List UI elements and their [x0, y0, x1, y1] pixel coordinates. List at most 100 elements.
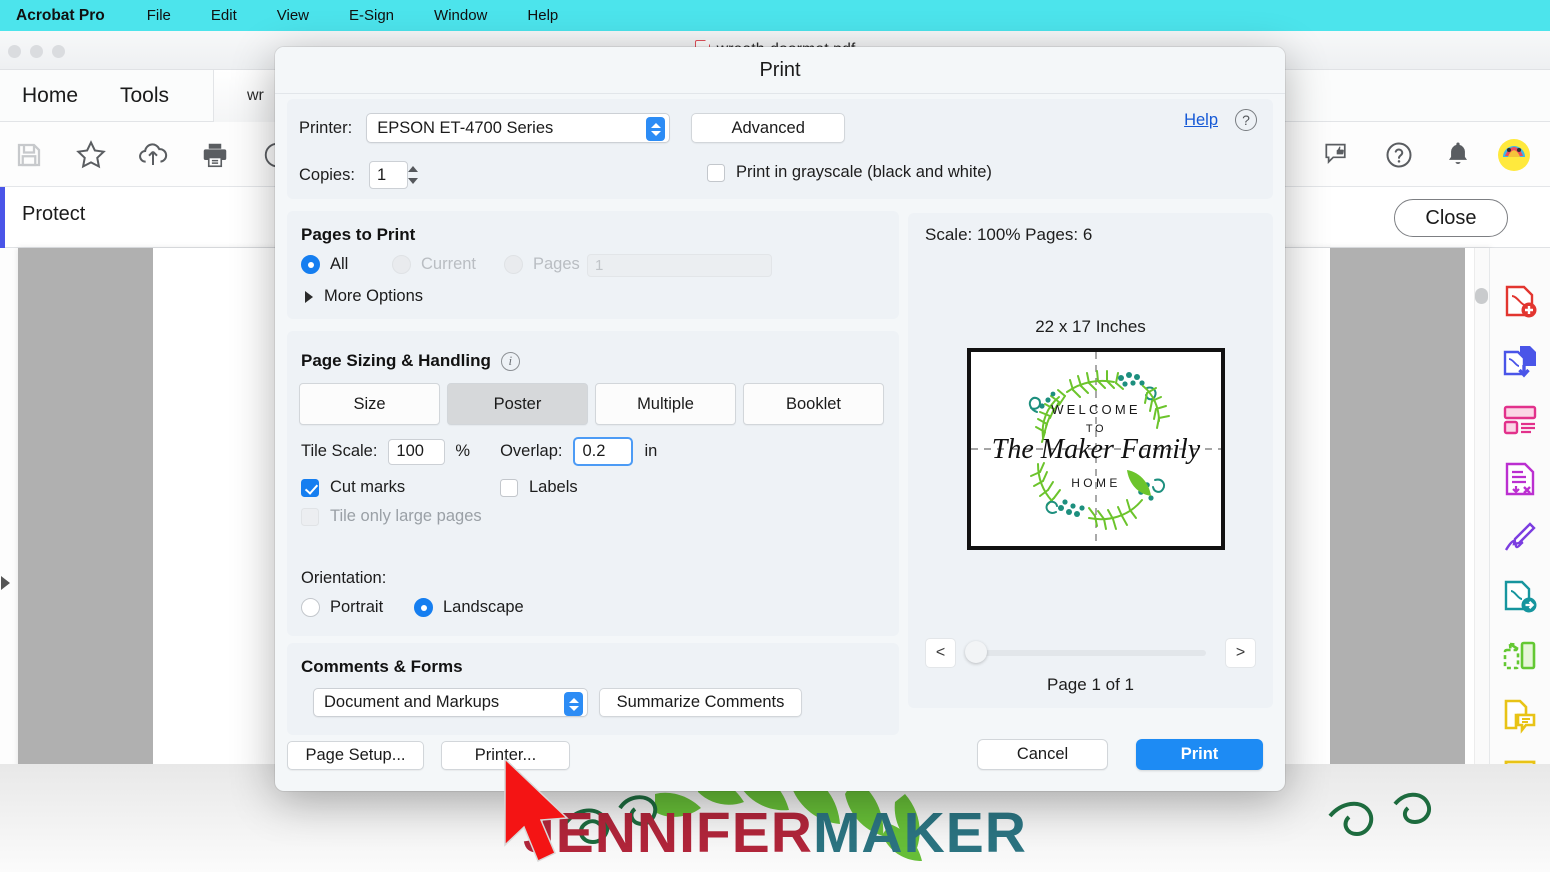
pages-current-label: Current: [421, 255, 477, 273]
menu-item-file[interactable]: File: [127, 7, 191, 24]
pages-to-print-section: Pages to Print All Current Pages 1 More …: [287, 211, 899, 319]
sizing-mode-booklet[interactable]: Booklet: [743, 383, 884, 425]
preview-slider-knob[interactable]: [965, 641, 987, 663]
chevron-down-icon[interactable]: [1500, 813, 1540, 853]
export-pdf-icon[interactable]: [1500, 577, 1540, 617]
star-icon[interactable]: [70, 134, 112, 176]
pages-all-label: All: [330, 255, 349, 273]
cut-marks-checkbox[interactable]: [301, 478, 319, 497]
printer-select-value: EPSON ET-4700 Series: [377, 118, 554, 137]
preview-navigation: < >: [925, 638, 1256, 668]
orientation-landscape-label: Landscape: [443, 598, 524, 616]
tile-scale-unit: %: [455, 442, 471, 460]
preview-welcome-text: WELCOME: [1051, 402, 1141, 417]
pages-range-radio[interactable]: [504, 255, 523, 274]
labels-checkbox[interactable]: [500, 478, 518, 497]
pages-to-print-title: Pages to Print: [301, 225, 416, 244]
print-icon[interactable]: [194, 134, 236, 176]
orientation-landscape-radio[interactable]: [414, 598, 433, 617]
info-circle-icon[interactable]: i: [500, 351, 520, 371]
comments-forms-select[interactable]: Document and Markups: [313, 688, 588, 717]
sizing-mode-poster[interactable]: Poster: [447, 383, 588, 425]
preview-family-text: The Maker Family: [992, 434, 1201, 465]
orientation-title: Orientation:: [301, 569, 387, 587]
menu-item-view[interactable]: View: [257, 7, 329, 24]
preview-scale-text: Scale: 100% Pages: 6: [925, 225, 1093, 244]
chat-bubble-icon[interactable]: [1500, 754, 1540, 794]
sizing-mode-size[interactable]: Size: [299, 383, 440, 425]
preview-page[interactable]: WELCOME TO The Maker Family HOME: [967, 348, 1225, 550]
comments-forms-title: Comments & Forms: [301, 657, 463, 676]
menu-item-edit[interactable]: Edit: [191, 7, 257, 24]
fill-sign-icon[interactable]: [1500, 518, 1540, 558]
menu-item-window[interactable]: Window: [414, 7, 507, 24]
menu-bar: Acrobat Pro File Edit View E-Sign Window…: [0, 0, 1550, 31]
create-pdf-icon[interactable]: [1500, 282, 1540, 322]
print-button[interactable]: Print: [1136, 739, 1263, 770]
pages-all-radio[interactable]: [301, 255, 320, 274]
labels-label: Labels: [529, 478, 578, 496]
pages-range-input[interactable]: 1: [587, 254, 772, 277]
printer-select-chevrons-icon: [646, 117, 666, 141]
menu-item-esign[interactable]: E-Sign: [329, 7, 414, 24]
sidebar-expand-arrow-icon[interactable]: [1, 576, 10, 590]
more-options-triangle-icon[interactable]: [305, 290, 313, 303]
cancel-button[interactable]: Cancel: [977, 739, 1108, 770]
close-button[interactable]: Close: [1394, 199, 1508, 237]
copies-input[interactable]: 1: [368, 161, 408, 189]
summarize-comments-button[interactable]: Summarize Comments: [599, 688, 802, 717]
comments-forms-section: Comments & Forms Document and Markups Su…: [287, 643, 899, 735]
tile-scale-input[interactable]: 100: [388, 438, 446, 465]
overlap-label: Overlap:: [500, 442, 563, 460]
page-sizing-title: Page Sizing & Handling: [301, 351, 491, 370]
printer-select[interactable]: EPSON ET-4700 Series: [366, 113, 671, 143]
preview-next-button[interactable]: >: [1225, 638, 1256, 668]
comments-forms-select-value: Document and Markups: [324, 693, 500, 711]
avatar-icon[interactable]: [1493, 134, 1535, 176]
copies-stepper[interactable]: [405, 162, 421, 188]
printer-settings-button[interactable]: Printer...: [441, 741, 570, 770]
preview-slider-track[interactable]: [973, 650, 1206, 656]
vertical-scrollbar-thumb[interactable]: [1475, 288, 1488, 304]
orientation-portrait-radio[interactable]: [301, 598, 320, 617]
pages-current-radio[interactable]: [392, 255, 411, 274]
organize-pages-icon[interactable]: [1500, 636, 1540, 676]
bell-icon[interactable]: [1437, 134, 1479, 176]
tile-only-large-pages-checkbox[interactable]: [301, 507, 319, 526]
tab-tools[interactable]: Tools: [104, 70, 185, 122]
document-page-right-shade: [1330, 248, 1465, 872]
grayscale-label: Print in grayscale (black and white): [736, 163, 992, 181]
feedback-icon[interactable]: [1318, 134, 1360, 176]
preview-prev-button[interactable]: <: [925, 638, 956, 668]
print-dialog-title: Print: [275, 47, 1285, 94]
advanced-button[interactable]: Advanced: [691, 113, 846, 143]
more-options-label[interactable]: More Options: [324, 287, 423, 306]
question-circle-icon[interactable]: ?: [1235, 109, 1257, 131]
vertical-scrollbar-track[interactable]: [1474, 248, 1489, 872]
protect-label: Protect: [22, 203, 86, 225]
orientation-portrait-label: Portrait: [330, 598, 384, 616]
comments-forms-chevrons-icon: [564, 692, 583, 716]
page-setup-button[interactable]: Page Setup...: [287, 741, 424, 770]
overlap-input[interactable]: 0.2: [573, 437, 634, 466]
print-preview-panel: Scale: 100% Pages: 6 22 x 17 Inches WELC…: [908, 213, 1273, 708]
copies-label: Copies:: [299, 165, 355, 184]
tile-scale-label: Tile Scale:: [301, 442, 378, 460]
print-dialog: Print Printer: EPSON ET-4700 Series Adva…: [275, 47, 1285, 791]
help-circle-icon[interactable]: [1378, 134, 1420, 176]
compress-pdf-icon[interactable]: [1500, 459, 1540, 499]
cloud-upload-icon[interactable]: [132, 134, 174, 176]
printer-label: Printer:: [299, 118, 353, 137]
preview-home-text: HOME: [1071, 476, 1121, 490]
help-link[interactable]: Help: [1184, 111, 1218, 130]
edit-pdf-icon[interactable]: [1500, 400, 1540, 440]
tab-home[interactable]: Home: [6, 70, 94, 122]
menu-item-help[interactable]: Help: [507, 7, 578, 24]
sizing-mode-multiple[interactable]: Multiple: [595, 383, 736, 425]
page-sizing-section: Page Sizing & Handling i Size Poster Mul…: [287, 331, 899, 575]
combine-files-icon[interactable]: [1500, 341, 1540, 381]
grayscale-checkbox[interactable]: [707, 163, 725, 182]
save-icon[interactable]: [8, 134, 50, 176]
menu-app-name[interactable]: Acrobat Pro: [16, 7, 127, 25]
comment-icon[interactable]: [1500, 695, 1540, 735]
